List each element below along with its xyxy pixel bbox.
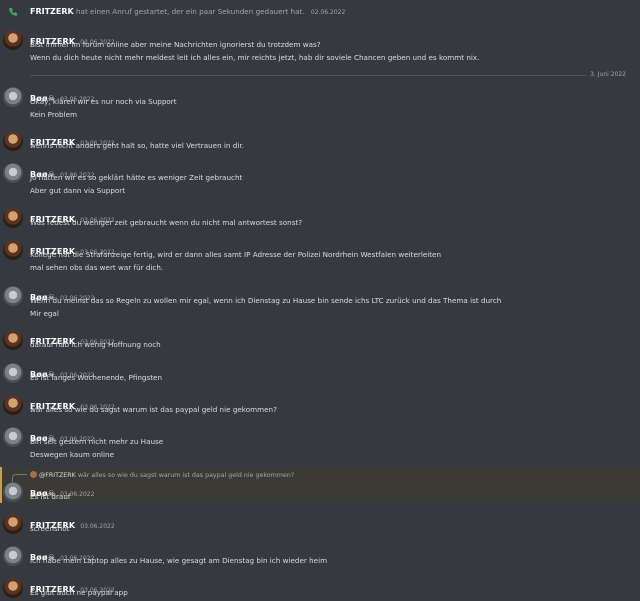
- avatar[interactable]: [3, 578, 23, 598]
- avatar[interactable]: [3, 87, 23, 107]
- message-text: Aber gut dann via Support: [30, 186, 126, 195]
- call-system-message: FRITZERK hat einen Anruf gestartet, der …: [0, 5, 640, 19]
- message-text: Es gibt auch ne paypal app: [30, 588, 128, 597]
- avatar[interactable]: [3, 330, 23, 350]
- message-text: Bin seit gestern nicht mehr zu Hause: [30, 437, 164, 446]
- avatar[interactable]: [3, 363, 23, 383]
- avatar[interactable]: [3, 514, 23, 534]
- avatar[interactable]: [3, 482, 23, 502]
- message-text: darauf hab ich wenig Hoffnung noch: [30, 340, 161, 349]
- message-text: Mir egal: [30, 309, 59, 318]
- avatar[interactable]: [3, 163, 23, 183]
- message-text: screenshot: [30, 524, 70, 533]
- message-text: Wenn du dich heute nicht mehr meldest le…: [30, 53, 480, 62]
- avatar[interactable]: [3, 427, 23, 447]
- message-text: Kollege hat die Strafanzeige fertig, wir…: [30, 250, 442, 259]
- message-text: Es ist langes Wochenende, Pfingsten: [30, 373, 163, 382]
- message-text: Kein Problem: [30, 110, 77, 119]
- avatar[interactable]: [3, 30, 23, 50]
- avatar[interactable]: [3, 240, 23, 260]
- avatar[interactable]: [3, 286, 23, 306]
- message-text: Jo hätten wir es so geklärt hätte es wen…: [30, 173, 243, 182]
- date-divider-label: 3. Juni 2022: [586, 71, 630, 78]
- message-text: wenns nicht anders geht halt so, hatte v…: [30, 141, 244, 150]
- avatar[interactable]: [3, 395, 23, 415]
- message-text: Was redest du weniger zeit gebraucht wen…: [30, 218, 303, 227]
- message-text: Okay, klären wir es nur noch via Support: [30, 97, 177, 106]
- reply-preview[interactable]: @FRITZERK wär alles so wie du sagst waru…: [30, 470, 294, 479]
- date-divider: [30, 75, 630, 76]
- message-text: Wenn du meinst das so Regeln zu wollen m…: [30, 296, 502, 305]
- message-text: Ich habe mein Laptop alles zu Hause, wie…: [30, 556, 328, 565]
- message-text: Bist immer im forum online aber meine Na…: [30, 40, 321, 49]
- message-text: Es ist drauf: [30, 492, 71, 501]
- reply-username[interactable]: @FRITZERK: [39, 472, 76, 479]
- message-text: mal sehen obs das wert war für dich.: [30, 263, 164, 272]
- reply-avatar: [30, 471, 37, 478]
- avatar[interactable]: [3, 131, 23, 151]
- phone-call-icon: [9, 8, 17, 16]
- reply-text: wär alles so wie du sagst warum ist das …: [77, 472, 295, 479]
- call-date: 02.06.2022: [310, 9, 346, 16]
- timestamp: 03.06.2022: [80, 523, 115, 530]
- call-text: hat einen Anruf gestartet, der ein paar …: [75, 7, 305, 16]
- message-text: Deswegen kaum online: [30, 450, 115, 459]
- avatar[interactable]: [3, 546, 23, 566]
- message-text: wär alles so wie du sagst warum ist das …: [30, 405, 277, 414]
- call-username[interactable]: FRITZERK: [30, 7, 74, 16]
- avatar[interactable]: [3, 208, 23, 228]
